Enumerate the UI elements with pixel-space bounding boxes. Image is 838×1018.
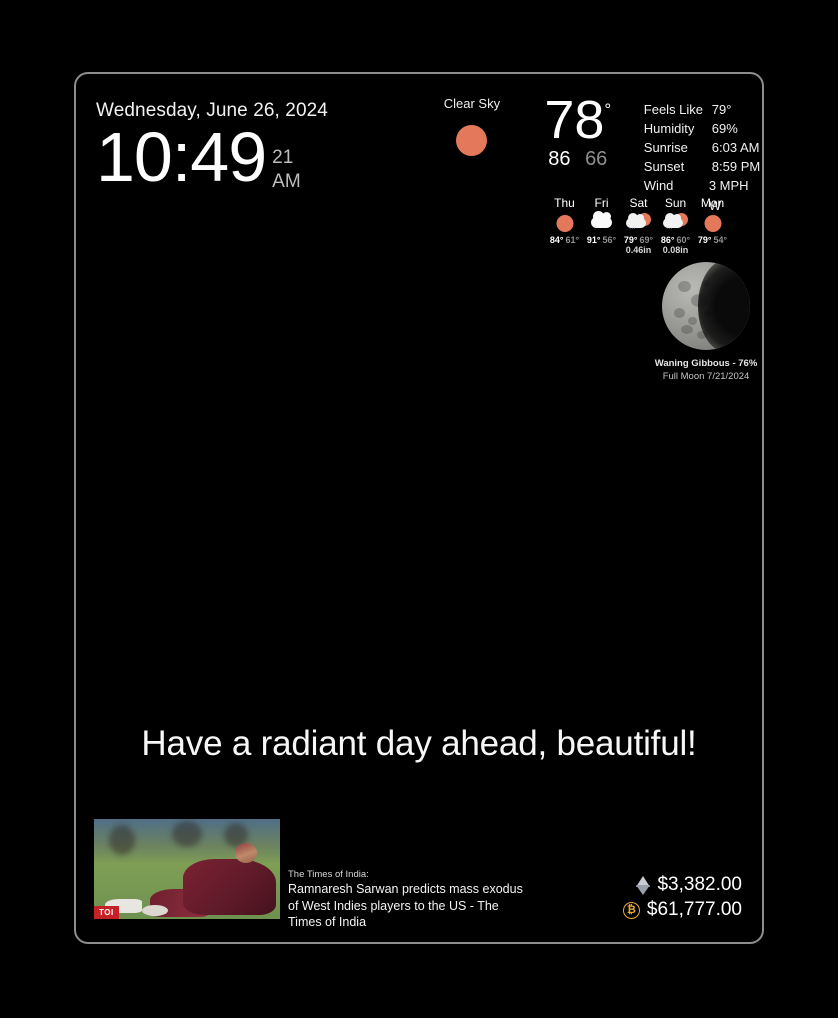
crypto-row-ethereum: $3,382.00 [623, 874, 742, 896]
forecast-day-name: Mon [700, 196, 725, 210]
cloud-icon [587, 211, 617, 233]
temperature-low: 66 [585, 147, 608, 170]
forecast-high: 91° [586, 235, 601, 245]
forecast-low: 54° [713, 235, 728, 245]
sun-icon [456, 125, 488, 156]
temperature-group: 78 ° 86 66 [534, 90, 622, 171]
forecast-day-name: Sat [629, 196, 648, 210]
detail-value: 79° [711, 102, 732, 117]
full-moon-date: Full Moon 7/21/2024 [662, 371, 750, 382]
forecast-day: Sun ''' 86° 60° 0.08in [657, 196, 694, 255]
forecast-high: 84° [549, 235, 564, 245]
bitcoin-price: $61,777.00 [646, 899, 742, 920]
detail-value: 8:59 PM [711, 159, 761, 175]
crypto-ticker: $3,382.00 ₿ $61,777.00 [622, 874, 742, 921]
forecast-low: 56° [602, 235, 617, 245]
sun-icon [550, 213, 580, 233]
greeting-message: Have a radiant day ahead, beautiful! [141, 724, 697, 763]
forecast-day: Fri 91° 56° [583, 196, 620, 255]
forecast-day-name: Sun [664, 196, 687, 210]
moon-image [662, 262, 750, 350]
moon-disc [662, 262, 750, 350]
forecast-temps: 84° 61° [546, 235, 583, 245]
forecast-day: Sat ''' 79° 69° 0.46in [620, 196, 657, 255]
toi-badge: TOI [94, 906, 119, 919]
moon-shadow [698, 262, 750, 350]
dashboard-screen: Wednesday, June 26, 2024 10:49 21 AM Cle… [0, 0, 838, 1018]
temperature-high: 86 [548, 147, 571, 170]
current-temperature-row: 78 ° [534, 90, 622, 150]
forecast-high: 79° [697, 235, 712, 245]
weather-condition-label: Clear Sky [443, 96, 501, 111]
moon-phase-widget: Waning Gibbous - 76% Full Moon 7/21/2024 [646, 262, 766, 382]
news-thumbnail: TOI [94, 819, 280, 919]
ethereum-price: $3,382.00 [657, 874, 742, 895]
forecast-temps: 79° 54° [694, 235, 731, 245]
time-side-group: 21 AM [272, 146, 301, 194]
weather-detail-row: Humidity 69% [644, 119, 762, 138]
forecast-strip: Thu 84° 61° Fri 91° 56° Sat ''' 79° 69° … [546, 196, 731, 255]
detail-label: Sunset [643, 159, 685, 175]
sun-behind-rain-cloud-icon: ''' [624, 213, 654, 234]
forecast-day-name: Thu [554, 196, 575, 210]
forecast-low: 61° [565, 235, 580, 245]
weather-detail-row: Sunset 8:59 PM [644, 157, 762, 176]
forecast-temps: 79° 69° [620, 235, 657, 245]
degree-symbol: ° [604, 100, 612, 119]
crypto-row-bitcoin: ₿ $61,777.00 [622, 899, 742, 921]
news-source: The Times of India: [288, 869, 369, 880]
time-hours-minutes: 10:49 [96, 118, 267, 196]
weather-detail-row: Feels Like 79° [644, 100, 762, 119]
moon-phase-label: Waning Gibbous - 76% [654, 358, 758, 369]
forecast-high: 79° [623, 235, 638, 245]
forecast-day-name: Fri [594, 196, 609, 210]
forecast-low: 60° [676, 235, 691, 245]
clock-widget: Wednesday, June 26, 2024 10:49 21 AM [96, 100, 328, 194]
high-low-row: 86 66 [534, 148, 622, 171]
weather-condition-group: Clear Sky [426, 96, 518, 156]
dashboard-panel: Wednesday, June 26, 2024 10:49 21 AM Cle… [74, 72, 764, 944]
bitcoin-icon: ₿ [622, 901, 640, 919]
detail-value: 69% [711, 121, 738, 137]
sun-icon [698, 213, 728, 233]
weather-detail-row: Sunrise 6:03 AM [644, 138, 762, 157]
news-headline[interactable]: Ramnaresh Sarwan predicts mass exodus of… [288, 881, 528, 931]
forecast-temps: 91° 56° [583, 235, 620, 245]
current-temperature: 78 [544, 90, 605, 150]
detail-label: Sunrise [643, 140, 688, 156]
detail-label: Humidity [643, 121, 695, 137]
news-text-group: The Times of India: Ramnaresh Sarwan pre… [288, 819, 528, 931]
time-seconds: 21 [272, 147, 294, 168]
forecast-high: 86° [660, 235, 675, 245]
current-time: 10:49 21 AM [96, 118, 328, 196]
forecast-day: Mon 79° 54° [694, 196, 731, 255]
forecast-temps: 86° 60° [657, 235, 694, 245]
forecast-precip: 0.08in [662, 245, 689, 255]
forecast-day: Thu 84° 61° [546, 196, 583, 255]
ethereum-icon [636, 875, 651, 895]
sun-behind-rain-cloud-icon: ''' [661, 213, 691, 234]
forecast-precip: 0.46in [625, 245, 652, 255]
detail-label: Feels Like [643, 102, 704, 117]
time-ampm: AM [272, 170, 301, 192]
detail-value: 6:03 AM [711, 140, 760, 156]
forecast-low: 69° [639, 235, 654, 245]
